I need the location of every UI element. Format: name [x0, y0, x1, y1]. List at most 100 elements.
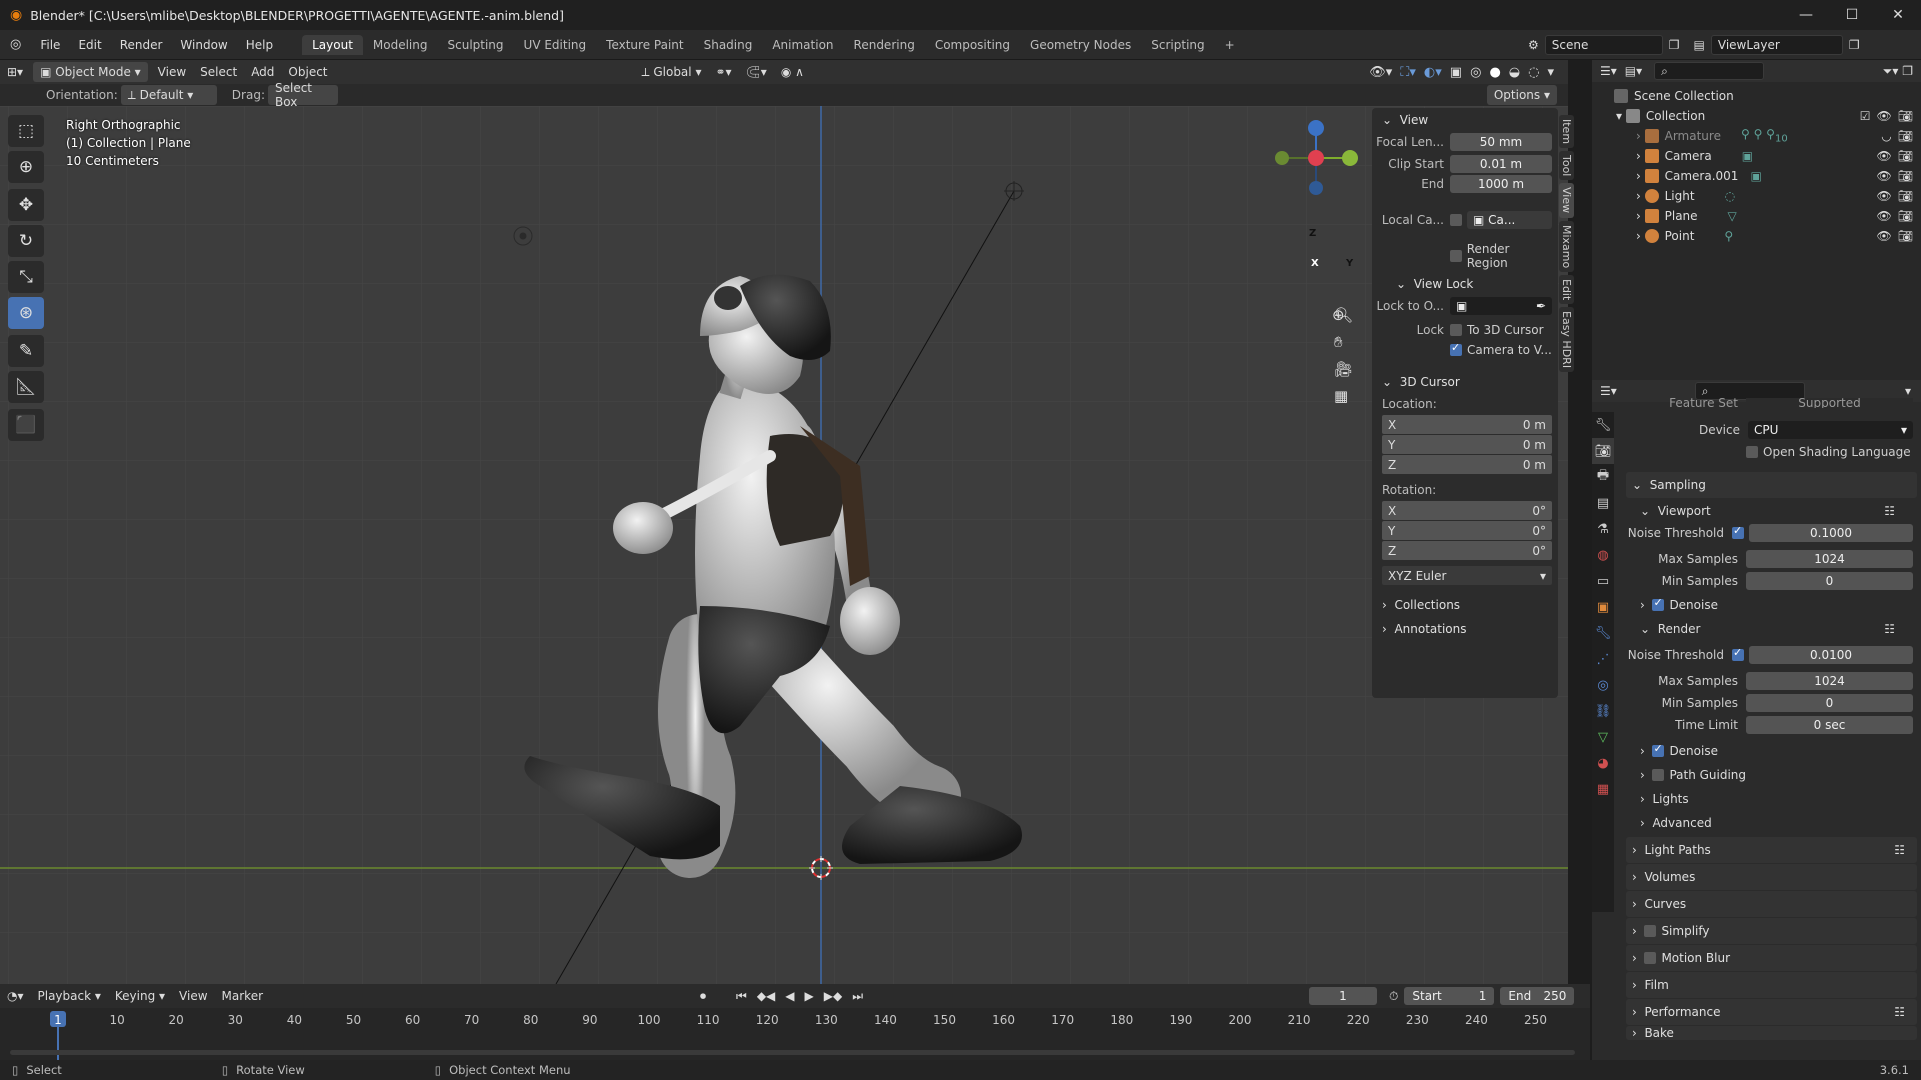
scene-props-icon[interactable]: ⚗ [1592, 516, 1614, 542]
viewport-menu-object[interactable]: Object [281, 62, 334, 82]
timeline-scrollbar[interactable] [10, 1050, 1575, 1055]
render-max-samples-field[interactable]: 1024 [1746, 672, 1913, 690]
outliner-item-armature[interactable]: › Armature ⚲ ⚲ ⚲10 ◡ 📷︎ [1592, 126, 1921, 146]
tab-scripting[interactable]: Scripting [1141, 35, 1214, 55]
render-camera-icon[interactable]: 📷︎ [1898, 229, 1913, 243]
mesh-data-props-icon[interactable]: ▽ [1592, 724, 1614, 750]
add-workspace-icon[interactable]: + [1215, 35, 1245, 55]
collection-props-icon[interactable]: ▭ [1592, 568, 1614, 594]
lights-subsection[interactable]: › Lights [1620, 787, 1921, 811]
particles-props-icon[interactable]: ⋰ [1592, 646, 1614, 672]
curves-section[interactable]: › Curves [1626, 891, 1917, 917]
menu-timeline-view[interactable]: View [172, 986, 214, 1006]
solid-shading-icon[interactable]: ● [1489, 65, 1500, 80]
outliner-item-point[interactable]: › Point ⚲ 👁︎ 📷︎ [1592, 226, 1921, 246]
light-paths-section[interactable]: › Light Paths ☷ [1626, 837, 1917, 863]
close-button[interactable]: ✕ [1875, 0, 1921, 30]
view-layer-selector[interactable]: ViewLayer [1710, 35, 1843, 55]
ortho-grid-icon[interactable]: ▦ [1334, 387, 1353, 405]
menu-file[interactable]: File [31, 38, 69, 52]
menu-playback[interactable]: Playback ▾ [31, 986, 108, 1006]
gizmo-y-label[interactable]: Y [1346, 258, 1353, 269]
play-reverse-icon[interactable]: ◀ [785, 989, 794, 1004]
timer-icon[interactable]: ⏱ [1389, 989, 1398, 1004]
path-guiding-checkbox[interactable] [1652, 769, 1665, 781]
tab-edit[interactable]: Edit [1559, 274, 1574, 305]
device-selector[interactable]: CPU ▾ [1748, 421, 1913, 439]
annotations-header[interactable]: › Annotations [1372, 617, 1558, 641]
editor-type-icon[interactable]: ⊞▾ [0, 62, 30, 82]
render-noise-field[interactable]: 0.0100 [1749, 646, 1913, 664]
view-layer-icon[interactable]: ▤ [1694, 38, 1705, 52]
add-cube-tool-icon[interactable]: ⬛ [8, 409, 44, 441]
exclude-checkbox[interactable]: ☑ [1860, 109, 1871, 123]
xray-icon[interactable]: ▣ [1450, 65, 1462, 80]
properties-editor-icon[interactable]: ☰▾ [1600, 384, 1617, 398]
collection-row[interactable]: ▾ Collection ☑ 👁︎ 📷︎ [1592, 106, 1921, 126]
display-mode-icon[interactable]: ▤▾ [1625, 64, 1642, 78]
tab-sculpting[interactable]: Sculpting [438, 35, 514, 55]
volumes-section[interactable]: › Volumes [1626, 864, 1917, 890]
render-noise-checkbox[interactable] [1732, 646, 1744, 661]
render-camera-icon[interactable]: 📷︎ [1898, 149, 1913, 163]
transform-tool-icon[interactable]: ⊛ [8, 297, 44, 329]
measure-tool-icon[interactable]: 📐︎ [8, 371, 44, 403]
menu-help[interactable]: Help [237, 38, 282, 52]
tab-item[interactable]: Item [1559, 115, 1574, 149]
visibility-eye-icon[interactable]: 👁︎ [1877, 109, 1892, 123]
cursor-location-z[interactable]: Z0 m [1382, 455, 1552, 474]
film-section[interactable]: › Film [1626, 972, 1917, 998]
presets-icon[interactable]: ☷ [1884, 504, 1895, 518]
motion-blur-checkbox[interactable] [1644, 952, 1657, 964]
render-camera-icon[interactable]: 📷︎ [1898, 189, 1913, 203]
cursor-rotation-x[interactable]: X 0° [1382, 501, 1552, 520]
outliner-item-camera[interactable]: › Camera ▣ 👁︎ 📷︎ [1592, 146, 1921, 166]
wireframe-shading-icon[interactable]: ◎ [1470, 65, 1481, 80]
eyedropper-icon[interactable]: ✒ [1536, 299, 1546, 313]
tab-compositing[interactable]: Compositing [925, 35, 1020, 55]
outliner-item-camera-001[interactable]: › Camera.001 ▣ 👁︎ 📷︎ [1592, 166, 1921, 186]
render-region-checkbox[interactable] [1450, 250, 1462, 262]
pan-hand-icon[interactable]: ✋︎ [1334, 333, 1353, 351]
visibility-eye-icon[interactable]: 👁︎ [1877, 229, 1892, 243]
view-section-header[interactable]: ⌄ View [1372, 108, 1558, 132]
visibility-eye-icon[interactable]: 👁︎ [1877, 169, 1892, 183]
gizmo-toggle-icon[interactable]: ⛶▾ [1400, 65, 1416, 80]
sampling-section[interactable]: ⌄ Sampling [1626, 472, 1917, 498]
maximize-button[interactable]: ☐ [1829, 0, 1875, 30]
scene-selector[interactable]: Scene [1544, 35, 1663, 55]
render-min-samples-field[interactable]: 0 [1746, 694, 1913, 712]
proportional-edit-icon[interactable]: ◉ ∧ [774, 62, 811, 82]
bake-section[interactable]: › Bake [1626, 1026, 1917, 1040]
path-guiding-subsection[interactable]: › Path Guiding [1620, 763, 1921, 787]
visibility-eye-icon[interactable]: ◡ [1881, 129, 1891, 143]
menu-marker[interactable]: Marker [215, 986, 270, 1006]
overlay-toggle-icon[interactable]: ◐▾ [1424, 65, 1442, 80]
visibility-eye-icon[interactable]: 👁︎ [1877, 209, 1892, 223]
transform-orientation-selector[interactable]: ⟂ Global ▾ [635, 62, 709, 82]
lock-to-cursor-checkbox[interactable] [1450, 324, 1462, 336]
scale-tool-icon[interactable]: ⤡ [8, 261, 44, 293]
menu-window[interactable]: Window [171, 38, 236, 52]
presets-icon[interactable]: ☷ [1884, 622, 1895, 636]
play-icon[interactable]: ▶ [805, 989, 814, 1004]
visibility-icon[interactable]: 👁︎▾ [1369, 65, 1392, 80]
zoom-view-icon[interactable]: 🔍︎ [1334, 306, 1353, 324]
scene-icon[interactable]: ⚙ [1528, 38, 1539, 52]
timeline[interactable]: 1 10 20 30 40 50 60 70 80 90 100 110 120 130 140 150 160… [0, 1008, 1590, 1060]
lock-to-object-field[interactable]: ▣ ✒ [1450, 297, 1552, 315]
osl-checkbox[interactable] [1746, 446, 1758, 458]
new-view-layer-icon[interactable]: ❐ [1849, 38, 1860, 52]
presets-icon[interactable]: ☷ [1894, 843, 1905, 857]
render-camera-icon[interactable]: 📷︎ [1898, 209, 1913, 223]
minimize-button[interactable]: — [1783, 0, 1829, 30]
3d-viewport[interactable]: Z Y X ⊕ 🔍︎ ✋︎ 🎥︎ ▦ [0, 106, 1568, 984]
tab-easy-hdri[interactable]: Easy HDRI [1559, 307, 1574, 373]
filter-icon[interactable]: ⏷▾ ❐ [1883, 64, 1913, 79]
viewport-menu-add[interactable]: Add [244, 62, 281, 82]
prev-keyframe-icon[interactable]: ◆◀ [757, 989, 775, 1004]
motion-blur-section[interactable]: › Motion Blur [1626, 945, 1917, 971]
viewport-denoise-subsection[interactable]: › Denoise [1620, 593, 1921, 617]
local-camera-checkbox[interactable] [1450, 214, 1462, 226]
scene-collection-row[interactable]: Scene Collection [1592, 86, 1921, 106]
